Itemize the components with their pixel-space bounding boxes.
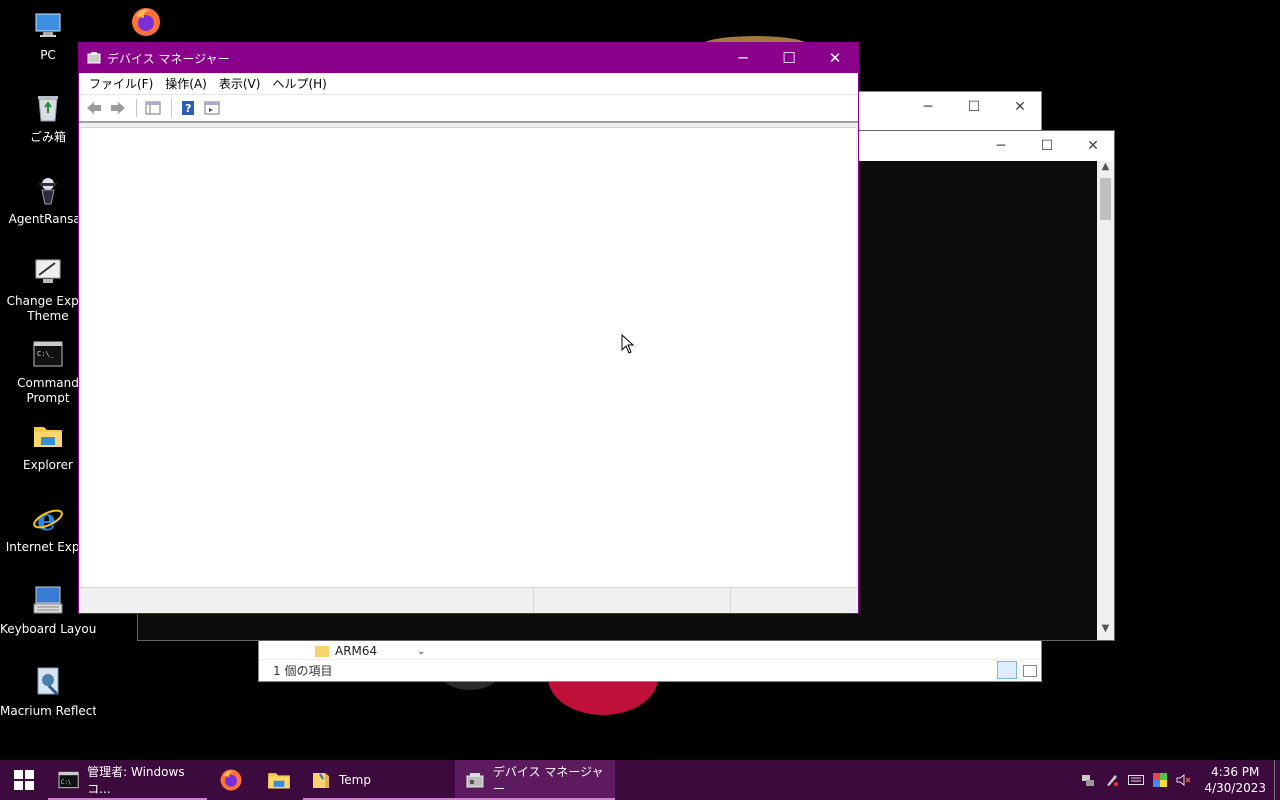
taskbar-item-device-manager[interactable]: デバイス マネージャー	[455, 760, 615, 800]
minimize-button[interactable]: ─	[978, 131, 1024, 161]
status-pane	[731, 588, 858, 613]
desktop-icon-macrium-reflect[interactable]: Macrium Reflect	[0, 664, 96, 719]
desktop-icon-label: Keyboard Layout	[0, 622, 96, 636]
scroll-down-icon[interactable]: ▼	[1097, 623, 1114, 640]
close-button[interactable]: ✕	[812, 43, 858, 73]
keyboard-icon[interactable]	[1124, 760, 1148, 800]
desktop-icon-firefox[interactable]	[98, 4, 194, 44]
taskbar-item-temp[interactable]: Temp	[303, 760, 455, 800]
arrow-left-icon	[87, 102, 101, 114]
pc-icon	[30, 8, 66, 44]
change-theme-icon	[30, 254, 66, 290]
show-hide-console-tree-button[interactable]	[142, 97, 164, 119]
arrow-right-icon	[111, 102, 125, 114]
toolbar: ?	[79, 95, 858, 123]
folder-icon	[315, 645, 329, 657]
properties-icon	[204, 101, 220, 115]
svg-text:C:\_: C:\_	[37, 350, 55, 358]
internet-explorer-icon: e	[30, 500, 66, 536]
svg-text:?: ?	[185, 102, 191, 115]
maximize-button[interactable]: ☐	[1024, 131, 1070, 161]
agent-ransack-icon	[30, 172, 66, 208]
device-tree-pane[interactable]	[81, 127, 856, 587]
chevron-down-icon[interactable]: ⌄	[417, 646, 425, 657]
show-desktop-button[interactable]	[1274, 760, 1280, 800]
clock[interactable]: 4:36 PM 4/30/2023	[1196, 764, 1274, 796]
device-manager-window[interactable]: デバイス マネージャー ─ ☐ ✕ ファイル(F) 操作(A) 表示(V) ヘル…	[78, 42, 859, 614]
minimize-button[interactable]: ─	[720, 43, 766, 73]
maximize-button[interactable]: ☐	[951, 92, 997, 122]
pen-icon[interactable]	[1100, 760, 1124, 800]
item-count: 1 個の項目	[273, 664, 333, 678]
start-button[interactable]	[0, 760, 48, 800]
toolbar-separator	[171, 99, 172, 117]
title-bar[interactable]: デバイス マネージャー ─ ☐ ✕	[79, 43, 858, 73]
status-bar	[79, 587, 858, 613]
taskbar-item-firefox[interactable]	[207, 760, 255, 800]
taskbar-item-label: デバイス マネージャー	[492, 765, 604, 796]
explorer-status-bar: 1 個の項目	[259, 659, 1041, 681]
taskbar-item-label: Temp	[339, 773, 371, 787]
minimize-button[interactable]: ─	[905, 92, 951, 122]
system-tray: 4:36 PM 4/30/2023	[1076, 760, 1280, 800]
clock-time: 4:36 PM	[1211, 765, 1260, 779]
keyboard-layout-icon	[30, 582, 66, 618]
colorful-app-icon[interactable]	[1148, 760, 1172, 800]
large-icons-view-icon[interactable]	[1023, 665, 1037, 677]
menu-bar: ファイル(F) 操作(A) 表示(V) ヘルプ(H)	[79, 73, 858, 95]
firefox-icon	[220, 769, 242, 791]
taskbar-item-file-explorer[interactable]	[255, 760, 303, 800]
svg-text:e: e	[37, 503, 56, 534]
forward-button[interactable]	[107, 97, 129, 119]
window-title: デバイス マネージャー	[107, 52, 230, 66]
close-button[interactable]: ✕	[997, 92, 1043, 122]
taskbar-item-label: 管理者: Windows コ...	[87, 765, 185, 796]
help-icon: ?	[182, 101, 194, 115]
taskbar: C:\ 管理者: Windows コ... Temp デバイス マネージャー 4…	[0, 760, 1280, 800]
desktop-icon-label: Macrium Reflect	[0, 704, 96, 718]
back-button[interactable]	[83, 97, 105, 119]
windows-logo-icon	[14, 770, 34, 790]
menu-file[interactable]: ファイル(F)	[83, 75, 159, 92]
network-status-icon[interactable]	[1076, 760, 1100, 800]
scrollbar-thumb[interactable]	[1100, 178, 1111, 220]
close-button[interactable]: ✕	[1070, 131, 1116, 161]
menu-help[interactable]: ヘルプ(H)	[266, 75, 332, 92]
folder-item-row[interactable]: ARM64 ⌄	[315, 642, 426, 660]
menu-action[interactable]: 操作(A)	[159, 75, 213, 92]
cmd-icon: C:\	[58, 771, 79, 789]
device-manager-icon	[87, 51, 101, 65]
recycle-bin-icon	[30, 90, 66, 126]
toolbar-separator	[136, 99, 137, 117]
menu-view[interactable]: 表示(V)	[213, 75, 267, 92]
svg-text:C:\: C:\	[61, 780, 72, 786]
help-button[interactable]: ?	[177, 97, 199, 119]
details-view-icon[interactable]	[997, 661, 1017, 679]
firefox-icon	[128, 4, 164, 40]
scrollbar[interactable]: ▲ ▼	[1097, 161, 1114, 640]
folder-icon	[30, 418, 66, 454]
status-pane	[79, 588, 534, 613]
file-explorer-icon	[268, 773, 290, 789]
folder-icon	[313, 773, 329, 788]
device-manager-icon	[466, 773, 484, 788]
console-tree-icon	[145, 101, 161, 115]
command-prompt-icon: C:\_	[30, 336, 66, 372]
macrium-reflect-icon	[30, 664, 66, 700]
scroll-up-icon[interactable]: ▲	[1097, 161, 1114, 178]
mouse-cursor	[621, 333, 635, 357]
clock-date: 4/30/2023	[1204, 781, 1266, 795]
volume-muted-icon[interactable]	[1172, 760, 1196, 800]
folder-item-label: ARM64	[335, 644, 378, 658]
status-pane	[534, 588, 731, 613]
properties-button[interactable]	[201, 97, 223, 119]
maximize-button[interactable]: ☐	[766, 43, 812, 73]
taskbar-item-cmd[interactable]: C:\ 管理者: Windows コ...	[48, 760, 207, 800]
